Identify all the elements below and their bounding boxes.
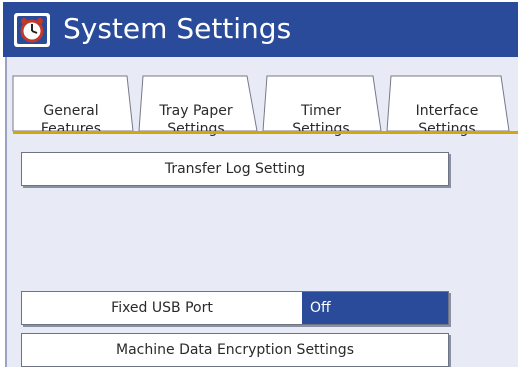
button-label: Transfer Log Setting xyxy=(164,161,306,177)
fixed-usb-port-button[interactable]: Fixed USB Port Off xyxy=(21,291,449,325)
settings-panel: General Features Tray Paper Settings Tim… xyxy=(5,57,518,367)
tab-underline xyxy=(13,131,518,134)
fixed-usb-port-label: Fixed USB Port xyxy=(22,292,302,324)
tab-tray-paper-settings[interactable]: Tray Paper Settings xyxy=(143,76,249,137)
tab-general-features[interactable]: General Features xyxy=(17,76,125,137)
settings-window: System Settings General Features Tray Pa… xyxy=(3,2,518,367)
title-bar: System Settings xyxy=(3,2,518,57)
fixed-usb-port-value: Off xyxy=(302,292,448,324)
clock-settings-icon xyxy=(14,13,50,47)
transfer-log-setting-button[interactable]: Transfer Log Setting xyxy=(21,152,449,186)
window-title: System Settings xyxy=(63,12,292,45)
tab-interface-settings[interactable]: Interface Settings xyxy=(391,76,503,137)
button-label: Machine Data Encryption Settings xyxy=(116,342,354,358)
tab-bar: General Features Tray Paper Settings Tim… xyxy=(7,57,518,137)
machine-data-encryption-settings-button[interactable]: Machine Data Encryption Settings xyxy=(21,333,449,367)
tab-timer-settings[interactable]: Timer Settings xyxy=(267,76,375,137)
